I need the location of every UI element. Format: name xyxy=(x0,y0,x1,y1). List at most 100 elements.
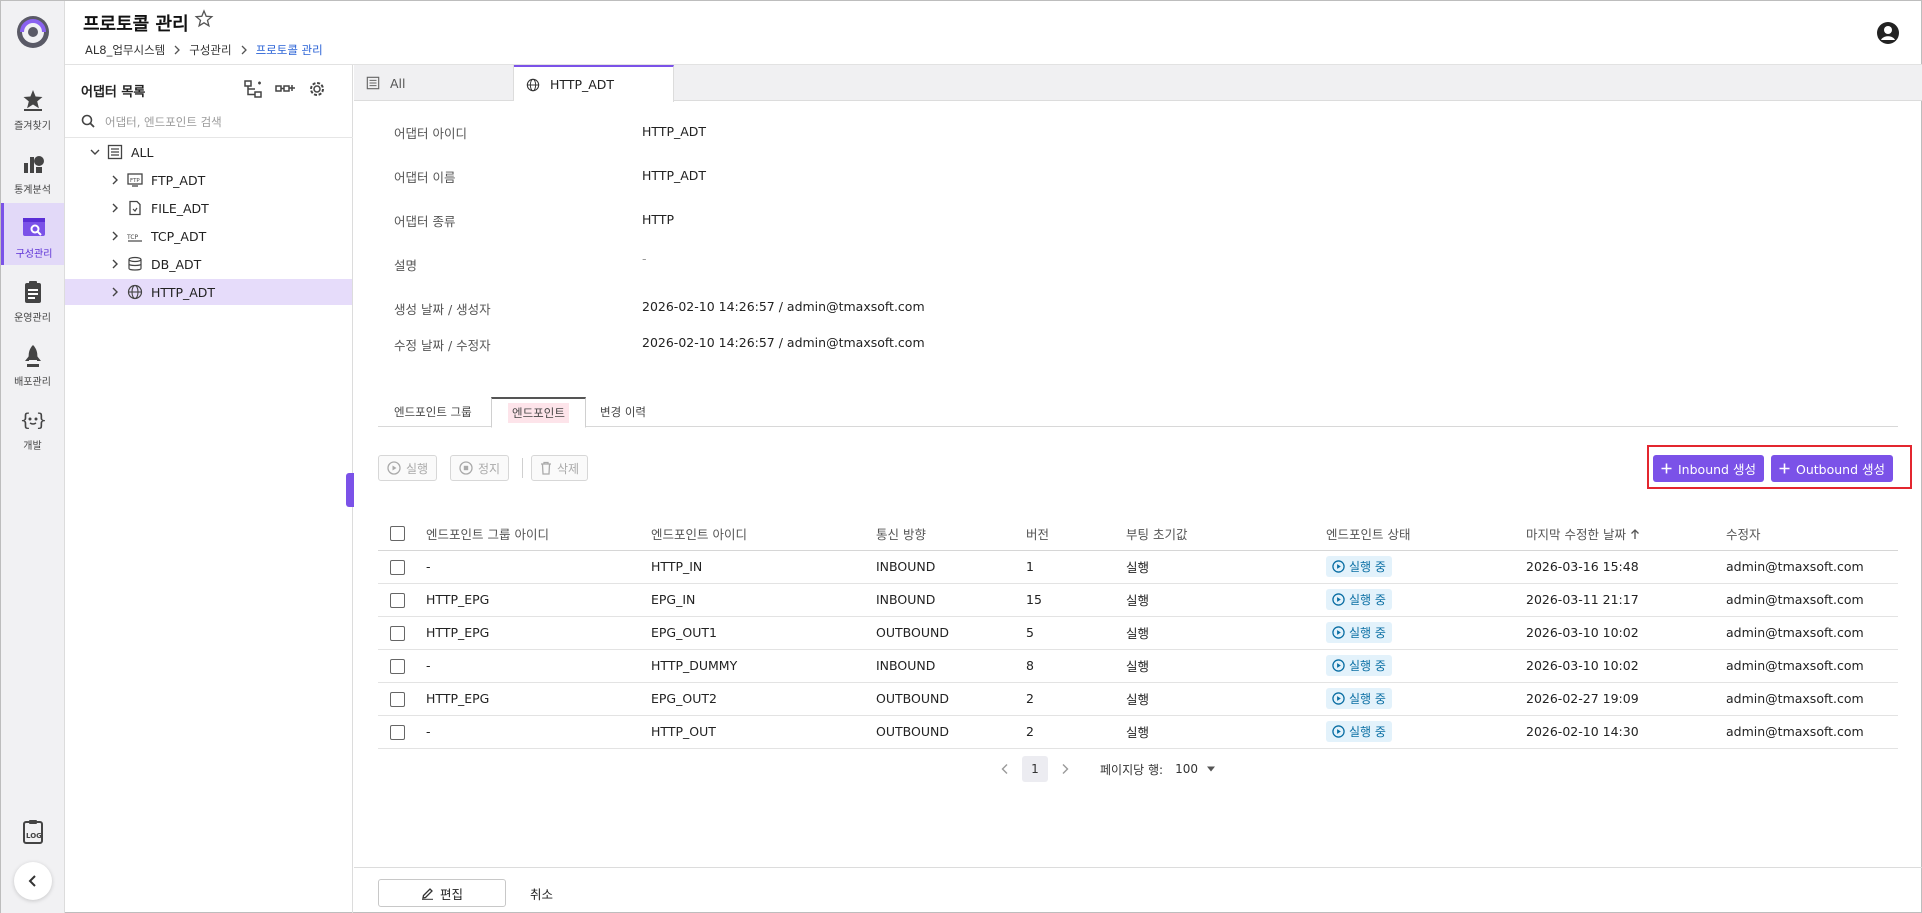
subtab-change-history[interactable]: 변경 이력 xyxy=(584,397,662,427)
play-circle-icon xyxy=(1332,560,1345,573)
app-logo-icon[interactable] xyxy=(15,14,51,50)
column-header-sorted[interactable]: 마지막 수정한 날짜 xyxy=(1526,517,1726,551)
rail-item-favorites[interactable]: 즐겨찾기 xyxy=(1,75,64,137)
log-icon[interactable]: LOG xyxy=(21,819,45,845)
column-header[interactable]: 수정자 xyxy=(1726,517,1898,551)
collapse-rail-button[interactable] xyxy=(14,862,52,900)
rail-item-dev[interactable]: {} 개발 xyxy=(1,395,64,457)
column-header[interactable]: 엔드포인트 상태 xyxy=(1326,517,1526,551)
tree-node-file[interactable]: FILE_ADT xyxy=(65,195,352,221)
main-content: All HTTP_ADT 어댑터 아이디 HTTP_ADT 어댑터 이름 HTT… xyxy=(354,65,1922,913)
row-checkbox[interactable] xyxy=(390,691,405,707)
cell-group-id: - xyxy=(426,649,651,683)
breadcrumb-current[interactable]: 프로토콜 관리 xyxy=(256,42,323,58)
breadcrumb-item[interactable]: AL8_업무시스템 xyxy=(85,42,165,58)
favorite-star-icon[interactable] xyxy=(194,9,214,29)
tree-node-label: FILE_ADT xyxy=(151,200,209,216)
rail-item-operations[interactable]: 운영관리 xyxy=(1,267,64,329)
column-header[interactable]: 엔드포인트 아이디 xyxy=(651,517,876,551)
row-checkbox[interactable] xyxy=(390,658,405,674)
column-header[interactable]: 통신 방향 xyxy=(876,517,1026,551)
tree-node-label: ALL xyxy=(131,144,154,160)
search-icon xyxy=(81,114,95,128)
cell-modified-date: 2026-03-10 10:02 xyxy=(1526,616,1726,650)
stop-button[interactable]: 정지 xyxy=(450,455,510,481)
select-all-checkbox[interactable] xyxy=(390,526,405,542)
rail-label: 통계분석 xyxy=(14,185,51,196)
table-row[interactable]: - HTTP_OUT OUTBOUND 2 실행 실행 중 2026-02-10 14:30… xyxy=(378,715,1898,749)
chevron-right-icon xyxy=(174,45,181,55)
column-header[interactable]: 부팅 초기값 xyxy=(1126,517,1326,551)
rail-item-deploy[interactable]: 배포관리 xyxy=(1,331,64,393)
rail-item-config[interactable]: 구성관리 xyxy=(1,203,64,265)
inbound-create-button[interactable]: Inbound 생성 xyxy=(1653,455,1764,482)
add-node-icon[interactable] xyxy=(275,79,295,99)
tree-node-label: FTP_ADT xyxy=(151,172,206,188)
edit-button[interactable]: 편집 xyxy=(378,879,506,907)
table-row[interactable]: - HTTP_IN INBOUND 1 실행 실행 중 2026-03-16 15:48 ad… xyxy=(378,550,1898,584)
tab-http-adt[interactable]: HTTP_ADT xyxy=(514,65,674,102)
delete-button[interactable]: 삭제 xyxy=(531,455,589,481)
table-row[interactable]: HTTP_EPG EPG_OUT1 OUTBOUND 5 실행 실행 중 2026-03-1… xyxy=(378,616,1898,650)
status-text: 실행 중 xyxy=(1349,692,1386,706)
tree-node-http[interactable]: HTTP_ADT xyxy=(65,279,352,305)
chevron-right-icon[interactable] xyxy=(109,286,121,298)
tree-search-input[interactable] xyxy=(105,111,335,133)
chevron-right-icon[interactable] xyxy=(109,202,121,214)
tab-bar: All HTTP_ADT xyxy=(354,65,1922,102)
chevron-right-icon[interactable] xyxy=(109,174,121,186)
cell-group-id: HTTP_EPG xyxy=(426,583,651,617)
status-text: 실행 중 xyxy=(1349,593,1386,607)
table-row[interactable]: - HTTP_DUMMY INBOUND 8 실행 실행 중 2026-03-10 10:0… xyxy=(378,649,1898,683)
chevron-right-icon[interactable] xyxy=(109,230,121,242)
status-badge: 실행 중 xyxy=(1326,556,1392,577)
row-checkbox[interactable] xyxy=(390,592,405,608)
detail-value: 2026-02-10 14:26:57 / admin@tmaxsoft.com xyxy=(642,335,925,350)
cell-modifier: admin@tmaxsoft.com xyxy=(1726,550,1898,584)
tree-node-tcp[interactable]: TCP TCP_ADT xyxy=(65,223,352,249)
chevron-down-icon[interactable] xyxy=(89,146,101,158)
list-icon xyxy=(107,144,123,160)
table-row[interactable]: HTTP_EPG EPG_IN INBOUND 15 실행 실행 중 2026-03-11 … xyxy=(378,583,1898,617)
cell-boot-default: 실행 xyxy=(1126,715,1326,749)
tree-node-db[interactable]: DB_ADT xyxy=(65,251,352,277)
status-text: 실행 중 xyxy=(1349,560,1386,574)
user-account-icon[interactable] xyxy=(1876,21,1900,45)
sort-ascending-icon[interactable] xyxy=(1630,528,1640,540)
next-page-button[interactable] xyxy=(1052,756,1078,782)
column-header[interactable]: 버전 xyxy=(1026,517,1126,551)
rows-per-page-select[interactable]: 100 xyxy=(1175,762,1216,776)
hierarchy-icon[interactable] xyxy=(243,79,263,99)
divider xyxy=(65,137,353,138)
subtab-endpoint-group[interactable]: 엔드포인트 그룹 xyxy=(378,397,488,427)
tab-all[interactable]: All xyxy=(354,65,514,101)
chevron-right-icon[interactable] xyxy=(109,258,121,270)
tree-node-ftp[interactable]: FTP FTP_ADT xyxy=(65,167,352,193)
breadcrumb-item[interactable]: 구성관리 xyxy=(189,42,231,58)
outbound-create-button[interactable]: Outbound 생성 xyxy=(1771,455,1893,482)
prev-page-button[interactable] xyxy=(992,756,1018,782)
column-header[interactable]: 엔드포인트 그룹 아이디 xyxy=(426,517,651,551)
cancel-button[interactable]: 취소 xyxy=(530,879,553,907)
table-row[interactable]: HTTP_EPG EPG_OUT2 OUTBOUND 2 실행 실행 중 2026-02-2… xyxy=(378,682,1898,716)
cell-direction: OUTBOUND xyxy=(876,682,1026,716)
row-checkbox[interactable] xyxy=(390,559,405,575)
outbound-create-label: Outbound 생성 xyxy=(1796,462,1885,477)
rail-item-statistics[interactable]: 통계분석 xyxy=(1,139,64,201)
detail-label: 어댑터 이름 xyxy=(394,170,456,185)
gear-icon[interactable] xyxy=(307,79,327,99)
cell-version: 2 xyxy=(1026,682,1126,716)
run-button[interactable]: 실행 xyxy=(378,455,438,481)
column-header-label: 마지막 수정한 날짜 xyxy=(1526,526,1626,542)
subtab-endpoint[interactable]: 엔드포인트 xyxy=(491,397,586,428)
inbound-create-label: Inbound 생성 xyxy=(1678,462,1756,477)
stop-label: 정지 xyxy=(478,461,501,476)
tree-node-all[interactable]: ALL xyxy=(65,139,352,165)
row-checkbox[interactable] xyxy=(390,625,405,641)
panel-resize-handle[interactable] xyxy=(346,473,354,507)
status-badge: 실행 중 xyxy=(1326,589,1392,610)
row-checkbox[interactable] xyxy=(390,724,405,740)
list-icon xyxy=(366,76,380,90)
page-number-button[interactable]: 1 xyxy=(1022,756,1048,782)
play-circle-icon xyxy=(1332,659,1345,672)
